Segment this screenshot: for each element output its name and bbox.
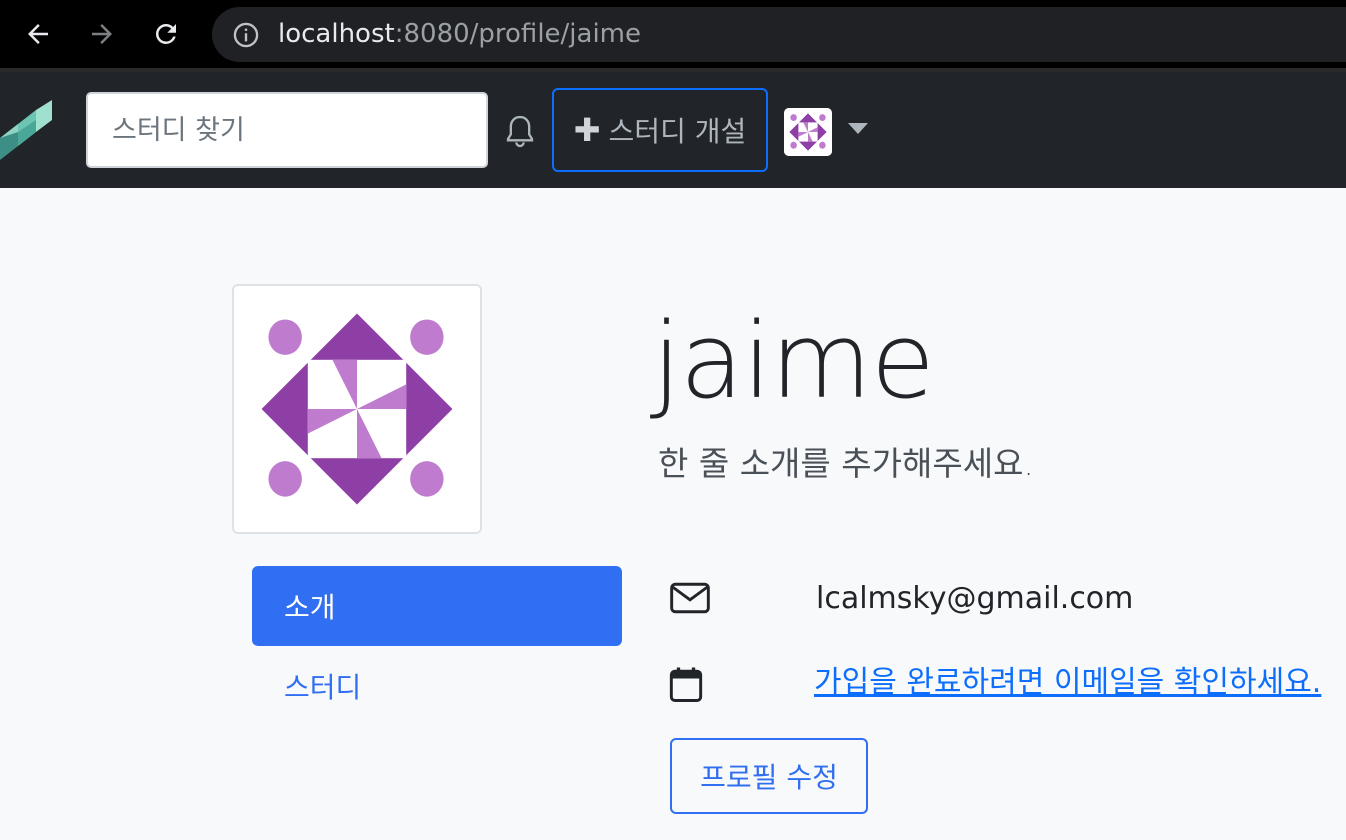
url-path: :8080/profile/jaime xyxy=(394,19,641,49)
url-text[interactable]: localhost:8080/profile/jaime xyxy=(278,17,641,51)
arrow-right-icon xyxy=(92,24,112,44)
profile-avatar xyxy=(232,284,482,534)
reload-button[interactable] xyxy=(146,14,186,54)
address-bar[interactable]: localhost:8080/profile/jaime xyxy=(212,7,1346,62)
plus-icon: ✚ xyxy=(573,111,601,149)
verify-email-link[interactable]: 가입을 완료하려면 이메일을 확인하세요. xyxy=(814,663,1321,703)
tab-study-label: 스터디 xyxy=(284,671,362,704)
app-navbar: ✚ 스터디 개설 xyxy=(0,72,1346,188)
caret-down-icon[interactable] xyxy=(848,123,868,134)
user-avatar[interactable] xyxy=(784,108,832,156)
info-icon[interactable] xyxy=(232,21,260,49)
search-study-input[interactable] xyxy=(86,92,488,168)
create-study-label: 스터디 개설 xyxy=(608,115,747,148)
tab-intro[interactable]: 소개 xyxy=(252,566,622,646)
identicon-icon xyxy=(784,108,832,156)
browser-toolbar: localhost:8080/profile/jaime xyxy=(0,0,1346,72)
profile-bio: 한 줄 소개를 추가해주세요. xyxy=(658,444,1034,483)
back-button[interactable] xyxy=(18,14,58,54)
url-host: localhost xyxy=(278,19,395,49)
tab-study[interactable]: 스터디 xyxy=(252,646,622,726)
create-study-button[interactable]: ✚ 스터디 개설 xyxy=(552,88,768,172)
tab-intro-label: 소개 xyxy=(284,591,336,624)
reload-icon xyxy=(155,23,176,44)
envelope-icon xyxy=(670,582,710,614)
bell-icon[interactable] xyxy=(500,112,540,152)
profile-username: jaime xyxy=(652,300,935,422)
forward-button[interactable] xyxy=(82,14,122,54)
identicon-icon xyxy=(234,286,480,532)
logo-icon[interactable] xyxy=(0,100,56,160)
edit-profile-button[interactable]: 프로필 수정 xyxy=(670,738,868,814)
arrow-left-icon xyxy=(28,24,48,44)
calendar-icon xyxy=(669,667,703,702)
profile-email: lcalmsky@gmail.com xyxy=(816,581,1134,616)
